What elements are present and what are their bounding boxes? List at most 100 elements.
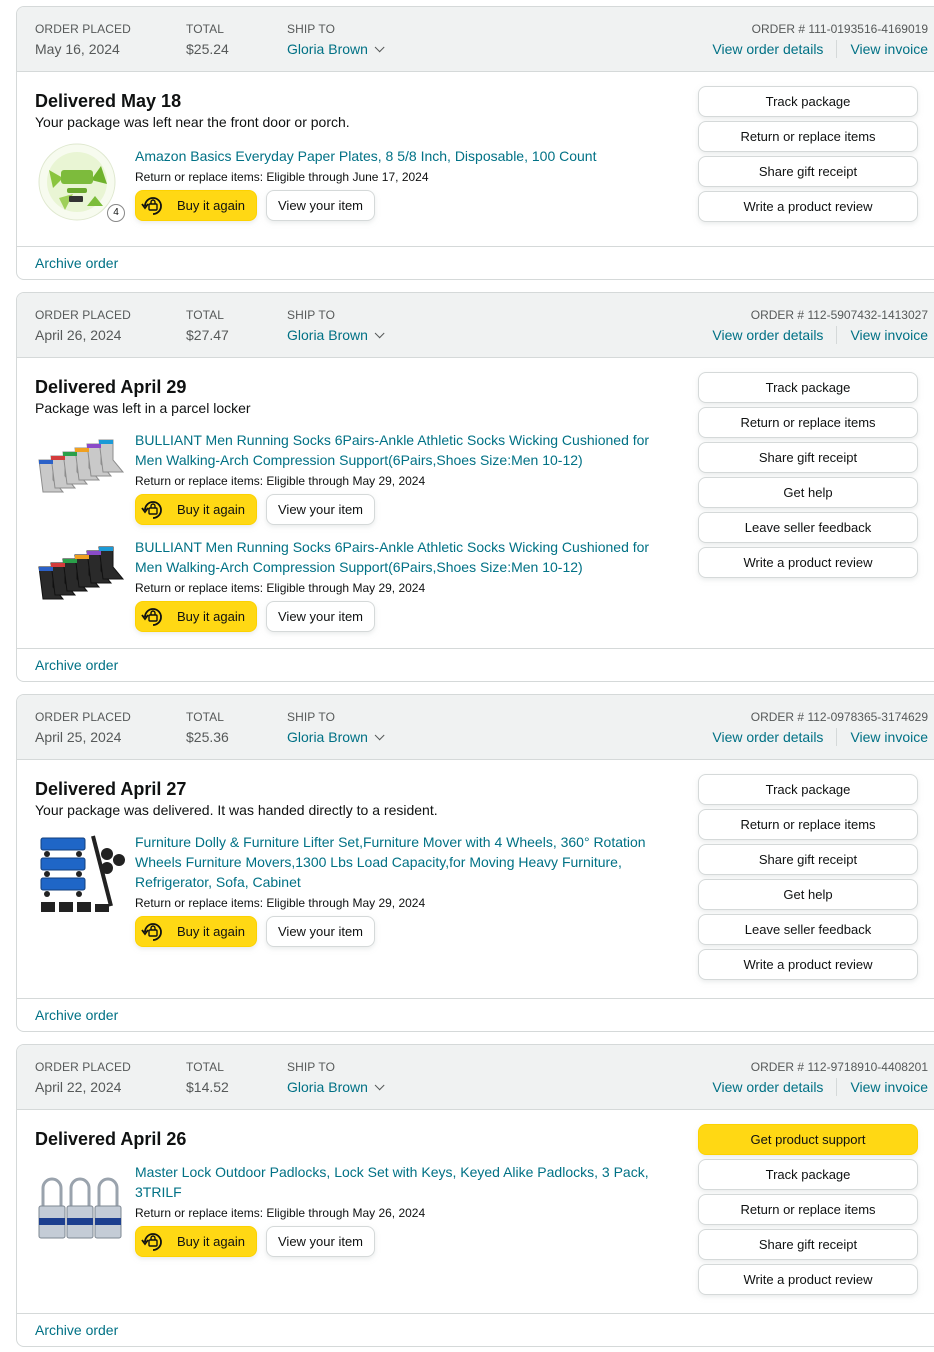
- product-image-padlocks[interactable]: [35, 1168, 127, 1254]
- view-invoice-link[interactable]: View invoice: [850, 1077, 928, 1097]
- view-order-details-link[interactable]: View order details: [712, 325, 823, 345]
- archive-order-link[interactable]: Archive order: [35, 1321, 118, 1339]
- product-title-link[interactable]: Furniture Dolly & Furniture Lifter Set,F…: [135, 832, 675, 892]
- ship-to-name: Gloria Brown: [287, 1079, 368, 1095]
- product-title-link[interactable]: BULLIANT Men Running Socks 6Pairs-Ankle …: [135, 430, 675, 470]
- product-title-link[interactable]: BULLIANT Men Running Socks 6Pairs-Ankle …: [135, 537, 675, 577]
- return-replace-button[interactable]: Return or replace items: [698, 809, 918, 840]
- ship-to-dropdown[interactable]: Gloria Brown: [287, 325, 385, 345]
- write-review-button[interactable]: Write a product review: [698, 547, 918, 578]
- view-invoice-link[interactable]: View invoice: [850, 727, 928, 747]
- order-date: May 16, 2024: [35, 41, 120, 57]
- ship-to-dropdown[interactable]: Gloria Brown: [287, 727, 385, 747]
- track-package-button[interactable]: Track package: [698, 774, 918, 805]
- view-your-item-button[interactable]: View your item: [266, 601, 376, 632]
- buy-again-icon: [141, 500, 162, 519]
- ship-to-dropdown[interactable]: Gloria Brown: [287, 39, 385, 59]
- buy-again-icon: [141, 922, 162, 941]
- buy-it-again-button[interactable]: Buy it again: [135, 1226, 257, 1257]
- buy-it-again-label: Buy it again: [177, 502, 245, 517]
- track-package-button[interactable]: Track package: [698, 1159, 918, 1190]
- buy-it-again-button[interactable]: Buy it again: [135, 494, 257, 525]
- ship-to-label: SHIP TO: [287, 710, 336, 724]
- ship-to-label: SHIP TO: [287, 1060, 336, 1074]
- divider: [836, 728, 838, 746]
- archive-order-link[interactable]: Archive order: [35, 1006, 118, 1024]
- order-actions: Track package Return or replace items Sh…: [698, 774, 918, 984]
- share-gift-receipt-button[interactable]: Share gift receipt: [698, 156, 918, 187]
- buy-again-icon: [141, 607, 162, 626]
- view-invoice-link[interactable]: View invoice: [850, 325, 928, 345]
- buy-again-icon: [141, 1232, 162, 1251]
- buy-it-again-button[interactable]: Buy it again: [135, 601, 257, 632]
- buy-it-again-button[interactable]: Buy it again: [135, 190, 257, 221]
- order-number: ORDER # 112-0978365-3174629: [750, 710, 928, 724]
- ship-to-label: SHIP TO: [287, 22, 336, 36]
- order-number-block: ORDER # 112-5907432-1413027 View order d…: [712, 308, 928, 345]
- buy-it-again-button[interactable]: Buy it again: [135, 916, 257, 947]
- order-card: ORDER PLACED May 16, 2024 TOTAL $25.24 S…: [16, 6, 934, 280]
- return-replace-button[interactable]: Return or replace items: [698, 1194, 918, 1225]
- order-number-block: ORDER # 111-0193516-4169019 View order d…: [712, 22, 928, 59]
- order-card: ORDER PLACED April 25, 2024 TOTAL $25.36…: [16, 694, 934, 1032]
- view-your-item-button[interactable]: View your item: [266, 494, 376, 525]
- track-package-button[interactable]: Track package: [698, 372, 918, 403]
- order-placed-label: ORDER PLACED: [35, 710, 131, 724]
- product-image-furniture-dolly[interactable]: [35, 832, 127, 918]
- product-image-paper-plates[interactable]: 4: [35, 140, 127, 226]
- view-invoice-link[interactable]: View invoice: [850, 39, 928, 59]
- return-replace-button[interactable]: Return or replace items: [698, 407, 918, 438]
- order-placed: ORDER PLACED May 16, 2024: [35, 22, 131, 59]
- share-gift-receipt-button[interactable]: Share gift receipt: [698, 1229, 918, 1260]
- archive-order-link[interactable]: Archive order: [35, 656, 118, 674]
- order-total: TOTAL $25.24: [186, 22, 229, 59]
- write-review-button[interactable]: Write a product review: [698, 1264, 918, 1295]
- share-gift-receipt-button[interactable]: Share gift receipt: [698, 844, 918, 875]
- order-total: TOTAL $25.36: [186, 710, 229, 747]
- buy-again-icon: [141, 196, 162, 215]
- delivery-note: Package was left in a parcel locker: [35, 400, 251, 416]
- return-replace-button[interactable]: Return or replace items: [698, 121, 918, 152]
- write-review-button[interactable]: Write a product review: [698, 191, 918, 222]
- archive-order-link[interactable]: Archive order: [35, 254, 118, 272]
- view-your-item-button[interactable]: View your item: [266, 916, 376, 947]
- chevron-down-icon: [374, 327, 385, 338]
- order-actions: Track package Return or replace items Sh…: [698, 372, 918, 582]
- chevron-down-icon: [374, 729, 385, 740]
- buy-it-again-label: Buy it again: [177, 198, 245, 213]
- total-value: $14.52: [186, 1079, 229, 1095]
- order-actions: Get product support Track package Return…: [698, 1124, 918, 1299]
- track-package-button[interactable]: Track package: [698, 86, 918, 117]
- total-label: TOTAL: [186, 308, 225, 322]
- leave-seller-feedback-button[interactable]: Leave seller feedback: [698, 512, 918, 543]
- return-eligibility: Return or replace items: Eligible throug…: [135, 1206, 426, 1220]
- buy-it-again-label: Buy it again: [177, 1234, 245, 1249]
- product-image-socks[interactable]: [35, 430, 127, 516]
- chevron-down-icon: [374, 1079, 385, 1090]
- order-number: ORDER # 112-9718910-4408201: [750, 1060, 928, 1074]
- leave-seller-feedback-button[interactable]: Leave seller feedback: [698, 914, 918, 945]
- order-number: ORDER # 112-5907432-1413027: [750, 308, 928, 322]
- write-review-button[interactable]: Write a product review: [698, 949, 918, 980]
- view-your-item-button[interactable]: View your item: [266, 190, 376, 221]
- get-product-support-button[interactable]: Get product support: [698, 1124, 918, 1155]
- ship-to-name: Gloria Brown: [287, 41, 368, 57]
- view-your-item-button[interactable]: View your item: [266, 1226, 376, 1257]
- get-help-button[interactable]: Get help: [698, 477, 918, 508]
- order-footer: Archive order: [17, 246, 934, 279]
- total-label: TOTAL: [186, 710, 225, 724]
- view-order-details-link[interactable]: View order details: [712, 39, 823, 59]
- order-date: April 26, 2024: [35, 327, 122, 343]
- product-title-link[interactable]: Master Lock Outdoor Padlocks, Lock Set w…: [135, 1162, 675, 1202]
- product-title-link[interactable]: Amazon Basics Everyday Paper Plates, 8 5…: [135, 146, 675, 166]
- order-date: April 25, 2024: [35, 729, 122, 745]
- get-help-button[interactable]: Get help: [698, 879, 918, 910]
- ship-to-dropdown[interactable]: Gloria Brown: [287, 1077, 385, 1097]
- view-order-details-link[interactable]: View order details: [712, 1077, 823, 1097]
- return-eligibility: Return or replace items: Eligible throug…: [135, 170, 429, 184]
- share-gift-receipt-button[interactable]: Share gift receipt: [698, 442, 918, 473]
- order-placed: ORDER PLACED April 26, 2024: [35, 308, 131, 345]
- product-image-socks[interactable]: [35, 537, 127, 623]
- view-order-details-link[interactable]: View order details: [712, 727, 823, 747]
- delivery-status: Delivered April 29: [35, 377, 187, 397]
